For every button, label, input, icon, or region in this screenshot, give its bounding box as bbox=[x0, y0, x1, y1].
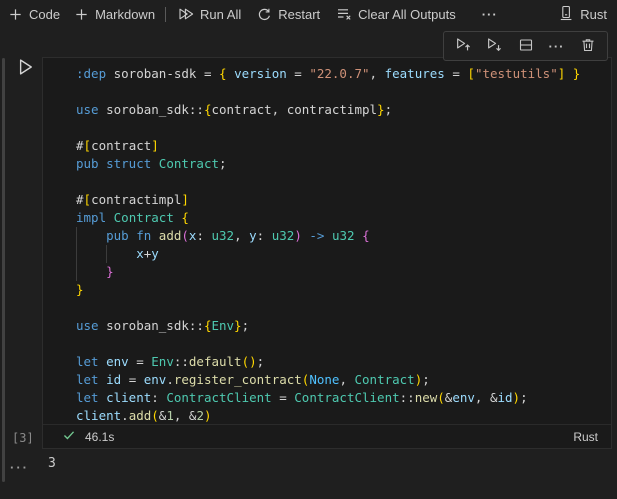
code-line: let env = Env::default(); bbox=[76, 354, 265, 369]
notebook-toolbar: Code Markdown Run All Restart Clear All … bbox=[0, 0, 617, 28]
code-cell: :dep soroban-sdk = { version = "22.0.7",… bbox=[42, 57, 612, 449]
split-cell-button[interactable] bbox=[511, 34, 540, 59]
run-all-button[interactable]: Run All bbox=[178, 6, 241, 22]
output-more-actions-button[interactable]: ··· bbox=[10, 460, 29, 475]
code-line: client.add(&1, &2) bbox=[76, 408, 212, 423]
code-line: impl Contract { bbox=[76, 210, 189, 225]
indent-guide-line bbox=[76, 227, 77, 245]
code-line: let id = env.register_contract(None, Con… bbox=[76, 372, 430, 387]
add-code-label: Code bbox=[29, 6, 61, 22]
execute-above-button[interactable] bbox=[449, 34, 478, 59]
code-line: use soroban_sdk::{contract, contractimpl… bbox=[76, 102, 393, 117]
code-line: } bbox=[76, 282, 84, 297]
code-editor[interactable]: :dep soroban-sdk = { version = "22.0.7",… bbox=[43, 58, 611, 425]
code-line: x+y bbox=[76, 245, 611, 263]
add-code-cell-button[interactable]: Code bbox=[8, 7, 60, 22]
clear-outputs-icon bbox=[336, 6, 352, 22]
code-line: } bbox=[76, 263, 611, 281]
execute-below-button[interactable] bbox=[480, 34, 509, 59]
kernel-label: Rust bbox=[580, 6, 607, 22]
indent-guide-line bbox=[106, 245, 108, 263]
cell-more-actions-button[interactable]: ··· bbox=[542, 34, 571, 59]
run-all-icon bbox=[178, 6, 194, 22]
execute-above-icon bbox=[455, 36, 472, 56]
execution-count: [3] bbox=[12, 431, 34, 445]
execution-duration: 46.1s bbox=[85, 429, 115, 444]
kernel-icon bbox=[558, 5, 574, 24]
execute-below-icon bbox=[486, 36, 503, 56]
cell-status-bar: 46.1s Rust bbox=[43, 425, 611, 448]
restart-label: Restart bbox=[278, 6, 321, 22]
cell-output-value: 3 bbox=[48, 456, 56, 471]
restart-icon bbox=[257, 7, 272, 22]
code-lines: :dep soroban-sdk = { version = "22.0.7",… bbox=[76, 65, 611, 424]
indent-guide-line bbox=[76, 245, 77, 263]
plus-icon bbox=[8, 7, 23, 22]
trash-icon bbox=[580, 37, 596, 56]
cell-language-picker[interactable]: Rust bbox=[573, 430, 598, 444]
restart-kernel-button[interactable]: Restart bbox=[257, 7, 320, 22]
code-line: use soroban_sdk::{Env}; bbox=[76, 318, 250, 333]
run-all-label: Run All bbox=[200, 6, 242, 22]
kernel-picker-button[interactable]: Rust bbox=[558, 5, 607, 24]
add-markdown-label: Markdown bbox=[95, 6, 156, 22]
toolbar-more-actions-button[interactable]: ··· bbox=[482, 7, 498, 22]
code-line: pub fn add(x: u32, y: u32) -> u32 { bbox=[76, 227, 611, 245]
code-line: let client: ContractClient = ContractCli… bbox=[76, 390, 528, 405]
run-cell-button[interactable] bbox=[15, 57, 35, 77]
delete-cell-button[interactable] bbox=[573, 34, 602, 59]
code-line: #[contractimpl] bbox=[76, 192, 189, 207]
cell-toolbar: ··· bbox=[443, 31, 608, 61]
indent-guide-line bbox=[76, 263, 77, 281]
add-markdown-cell-button[interactable]: Markdown bbox=[74, 7, 155, 22]
clear-outputs-label: Clear All Outputs bbox=[358, 6, 456, 22]
code-line: :dep soroban-sdk = { version = "22.0.7",… bbox=[76, 66, 581, 81]
plus-icon bbox=[74, 7, 89, 22]
split-cell-icon bbox=[518, 37, 534, 56]
code-line: pub struct Contract; bbox=[76, 156, 227, 171]
code-line: #[contract] bbox=[76, 138, 159, 153]
cell-focus-indicator[interactable] bbox=[2, 58, 5, 482]
toolbar-separator bbox=[165, 6, 167, 22]
play-icon bbox=[15, 59, 35, 80]
clear-all-outputs-button[interactable]: Clear All Outputs bbox=[336, 6, 456, 22]
success-check-icon bbox=[62, 428, 76, 445]
